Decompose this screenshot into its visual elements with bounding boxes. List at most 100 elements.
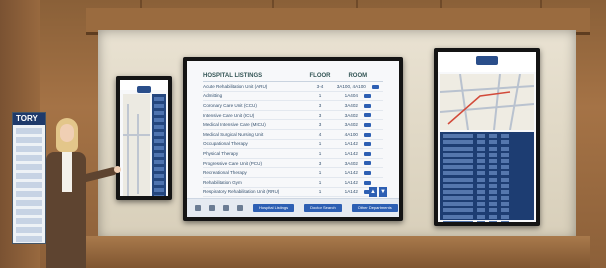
table-row[interactable]: Medical Intensive Care (MICU) 3 3A402: [203, 120, 383, 130]
go-button-icon[interactable]: [363, 113, 371, 118]
recess-ledge: [86, 236, 590, 268]
scroll-up-button[interactable]: ▲: [369, 187, 377, 197]
right-kiosk-listings[interactable]: [440, 132, 534, 222]
row-room: 3A100, 4A100: [336, 83, 366, 89]
sign-row: [16, 173, 42, 179]
right-kiosk-screen[interactable]: [438, 52, 536, 222]
left-kiosk-map[interactable]: [123, 94, 150, 196]
scroll-down-button[interactable]: ▼: [379, 187, 387, 197]
row-room: 1A142: [344, 179, 358, 185]
go-button-icon[interactable]: [363, 94, 371, 99]
right-kiosk-map[interactable]: [439, 73, 535, 131]
list-item[interactable]: [443, 208, 531, 213]
table-row[interactable]: Respiratory Rehabilitation Unit (RRU) 1 1A…: [203, 188, 383, 198]
hospital-listings-button[interactable]: Hospital Listings: [253, 204, 295, 212]
row-floor: 1: [318, 170, 322, 176]
table-row[interactable]: Medical Surgical Nursing Unit 4 4A100: [203, 130, 383, 140]
list-item[interactable]: [154, 195, 164, 196]
list-item[interactable]: [154, 146, 164, 150]
row-name: Respiratory Rehabilitation Unit (RRU): [203, 189, 280, 195]
left-kiosk-menu[interactable]: [152, 94, 166, 196]
left-kiosk-screen[interactable]: [120, 80, 168, 196]
list-item[interactable]: [154, 118, 164, 122]
list-item[interactable]: [443, 220, 531, 222]
table-row[interactable]: Occupational Therapy 1 1A142: [203, 140, 383, 150]
list-item[interactable]: [443, 171, 531, 176]
row-name: Admitting: [203, 93, 223, 99]
doctor-search-button[interactable]: Doctor Search: [304, 204, 342, 212]
list-item[interactable]: [443, 140, 531, 145]
row-floor: 1: [318, 189, 322, 195]
table-row[interactable]: Rehabilitation Gym 1 1A142: [203, 178, 383, 188]
list-item[interactable]: [443, 214, 531, 219]
row-name: Coronary Care Unit (CCU): [203, 102, 257, 108]
row-floor: 1: [318, 93, 322, 99]
list-item[interactable]: [443, 189, 531, 194]
list-item[interactable]: [154, 97, 164, 101]
home-icon[interactable]: [195, 205, 201, 211]
row-room-cell: 1A142: [333, 180, 383, 185]
table-row[interactable]: Coronary Care Unit (CCU) 3 3A402: [203, 101, 383, 111]
row-room: 1A142: [344, 189, 358, 195]
list-item[interactable]: [154, 125, 164, 129]
row-floor: 1: [318, 179, 322, 185]
go-button-icon[interactable]: [363, 132, 371, 137]
row-floor: 3: [318, 112, 322, 118]
go-button-icon[interactable]: [363, 170, 371, 175]
row-room-cell: 1A142: [333, 151, 383, 156]
list-item[interactable]: [443, 146, 531, 151]
list-item[interactable]: [154, 153, 164, 157]
language-icon[interactable]: [223, 205, 229, 211]
sign-row: [16, 218, 42, 224]
column-header-listing: HOSPITAL LISTINGS: [203, 73, 263, 79]
go-button-icon[interactable]: [363, 103, 371, 108]
list-item[interactable]: [443, 177, 531, 182]
list-item[interactable]: [154, 104, 164, 108]
go-button-icon[interactable]: [363, 180, 371, 185]
list-item[interactable]: [443, 183, 531, 188]
list-item[interactable]: [443, 134, 531, 139]
list-item[interactable]: [154, 167, 164, 171]
go-button-icon[interactable]: [363, 151, 371, 156]
list-item[interactable]: [443, 158, 531, 163]
list-item[interactable]: [154, 160, 164, 164]
table-row[interactable]: Admitting 1 1A404: [203, 92, 383, 102]
table-row[interactable]: Recreational Therapy 1 1A142: [203, 168, 383, 178]
row-name: Occupational Therapy: [203, 141, 248, 147]
left-kiosk-header: [120, 80, 168, 93]
row-room: 1A142: [344, 141, 358, 147]
other-departments-button[interactable]: Other Departments: [351, 204, 398, 212]
go-button-icon[interactable]: [363, 161, 371, 166]
row-name: Intensive Care Unit (ICU): [203, 112, 255, 118]
go-button-icon[interactable]: [371, 84, 379, 89]
list-item[interactable]: [154, 111, 164, 115]
list-item[interactable]: [154, 181, 164, 185]
list-item[interactable]: [154, 139, 164, 143]
table-row[interactable]: Acute Rehabilitation Unit (ARU) 3-4 3A100,…: [203, 82, 383, 92]
row-room: 1A404: [344, 93, 358, 99]
list-item[interactable]: [154, 174, 164, 178]
directory-footer: Hospital Listings Doctor Search Other De…: [187, 198, 399, 217]
row-name: Progressive Care Unit (PCU): [203, 160, 262, 166]
table-row[interactable]: Progressive Care Unit (PCU) 3 3A402: [203, 159, 383, 169]
row-room-cell: 1A404: [333, 93, 383, 98]
list-item[interactable]: [443, 165, 531, 170]
scroll-controls: ▲ ▼: [369, 187, 387, 197]
hospital-logo-icon: [137, 86, 151, 93]
table-row[interactable]: Intensive Care Unit (ICU) 3 3A402: [203, 111, 383, 121]
list-item[interactable]: [443, 196, 531, 201]
info-icon[interactable]: [237, 205, 243, 211]
list-item[interactable]: [154, 132, 164, 136]
list-item[interactable]: [443, 202, 531, 207]
list-item[interactable]: [154, 188, 164, 192]
table-row[interactable]: Physical Therapy 1 1A142: [203, 149, 383, 159]
go-button-icon[interactable]: [363, 122, 371, 127]
list-item[interactable]: [443, 152, 531, 157]
row-room: 1A142: [344, 150, 358, 156]
go-button-icon[interactable]: [363, 142, 371, 147]
accessibility-icon[interactable]: [209, 205, 215, 211]
row-name: Physical Therapy: [203, 150, 239, 156]
person-hand: [114, 166, 121, 173]
sign-row: [16, 164, 42, 170]
row-room-cell: 3A402: [333, 113, 383, 118]
